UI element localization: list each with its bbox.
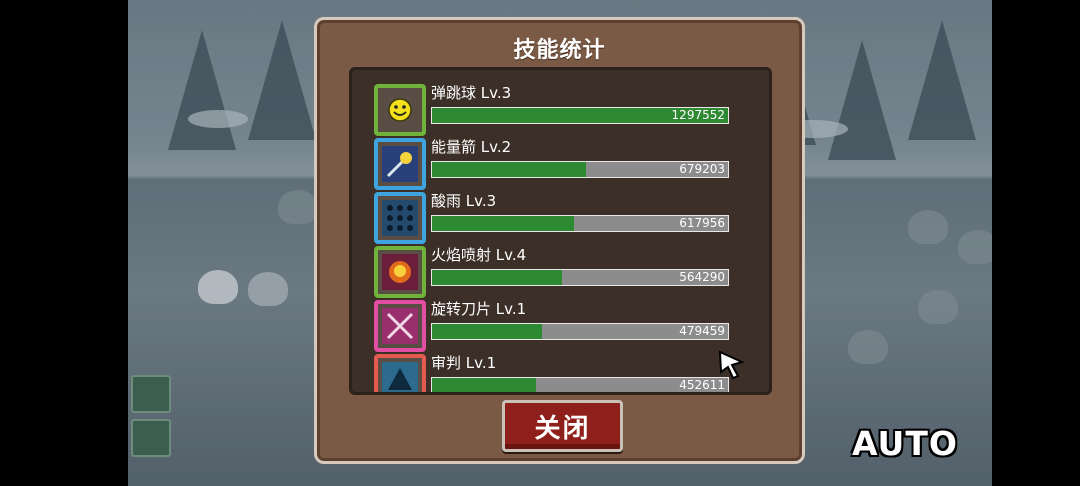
- damage-bar: 1297552: [431, 107, 729, 124]
- skill-name: 酸雨 Lv.3: [431, 192, 497, 210]
- spinning-blade-icon: [382, 308, 418, 344]
- damage-value: 679203: [679, 162, 725, 176]
- skill-name: 火焰喷射 Lv.4: [431, 246, 527, 264]
- panel-title: 技能统计: [513, 38, 606, 63]
- close-button[interactable]: 关闭: [502, 400, 623, 452]
- pointer-cursor-icon: [718, 350, 746, 380]
- skill-slot-button[interactable]: [131, 419, 171, 457]
- side-buttons: [131, 375, 173, 465]
- game-screen: 技能统计 弹跳球 Lv.3 1297552 能量箭 Lv.2 679203 酸雨…: [0, 0, 1080, 486]
- damage-bar-fill: [432, 270, 563, 285]
- skill-name: 弹跳球 Lv.3: [431, 84, 512, 102]
- damage-bar: 617956: [431, 215, 729, 232]
- skill-row: 火焰喷射 Lv.4 564290: [374, 246, 734, 298]
- skill-icon-frame: [374, 354, 426, 392]
- skill-row: 能量箭 Lv.2 679203: [374, 138, 734, 190]
- skill-icon-frame: [374, 246, 426, 298]
- damage-bar-fill: [432, 378, 536, 392]
- skill-stats-panel: 技能统计 弹跳球 Lv.3 1297552 能量箭 Lv.2 679203 酸雨…: [314, 17, 805, 464]
- damage-value: 452611: [679, 378, 725, 392]
- auto-toggle[interactable]: AUTO: [852, 424, 958, 463]
- skill-icon-frame: [374, 192, 426, 244]
- acid-rain-icon: [382, 200, 418, 236]
- damage-value: 617956: [679, 216, 725, 230]
- skill-row: 审判 Lv.1 452611: [374, 354, 734, 392]
- damage-bar: 564290: [431, 269, 729, 286]
- judgment-icon: [382, 362, 418, 392]
- skill-row: 弹跳球 Lv.3 1297552: [374, 84, 734, 136]
- skill-name: 审判 Lv.1: [431, 354, 497, 372]
- skill-row: 旋转刀片 Lv.1 479459: [374, 300, 734, 352]
- energy-arrow-icon: [382, 146, 418, 182]
- skill-icon-frame: [374, 138, 426, 190]
- damage-bar: 479459: [431, 323, 729, 340]
- skill-row: 酸雨 Lv.3 617956: [374, 192, 734, 244]
- damage-value: 479459: [679, 324, 725, 338]
- flame-thrower-icon: [382, 254, 418, 290]
- smiley-ball-icon: [382, 92, 418, 128]
- damage-bar: 452611: [431, 377, 729, 392]
- skill-slot-button[interactable]: [131, 375, 171, 413]
- damage-bar-fill: [432, 162, 586, 177]
- skill-icon-frame: [374, 84, 426, 136]
- skill-name: 旋转刀片 Lv.1: [431, 300, 527, 318]
- skill-name: 能量箭 Lv.2: [431, 138, 512, 156]
- damage-bar-fill: [432, 324, 542, 339]
- damage-bar: 679203: [431, 161, 729, 178]
- skill-icon-frame: [374, 300, 426, 352]
- damage-value: 564290: [679, 270, 725, 284]
- skill-list[interactable]: 弹跳球 Lv.3 1297552 能量箭 Lv.2 679203 酸雨 Lv.3…: [349, 67, 772, 395]
- damage-bar-fill: [432, 216, 575, 231]
- damage-value: 1297552: [671, 108, 725, 122]
